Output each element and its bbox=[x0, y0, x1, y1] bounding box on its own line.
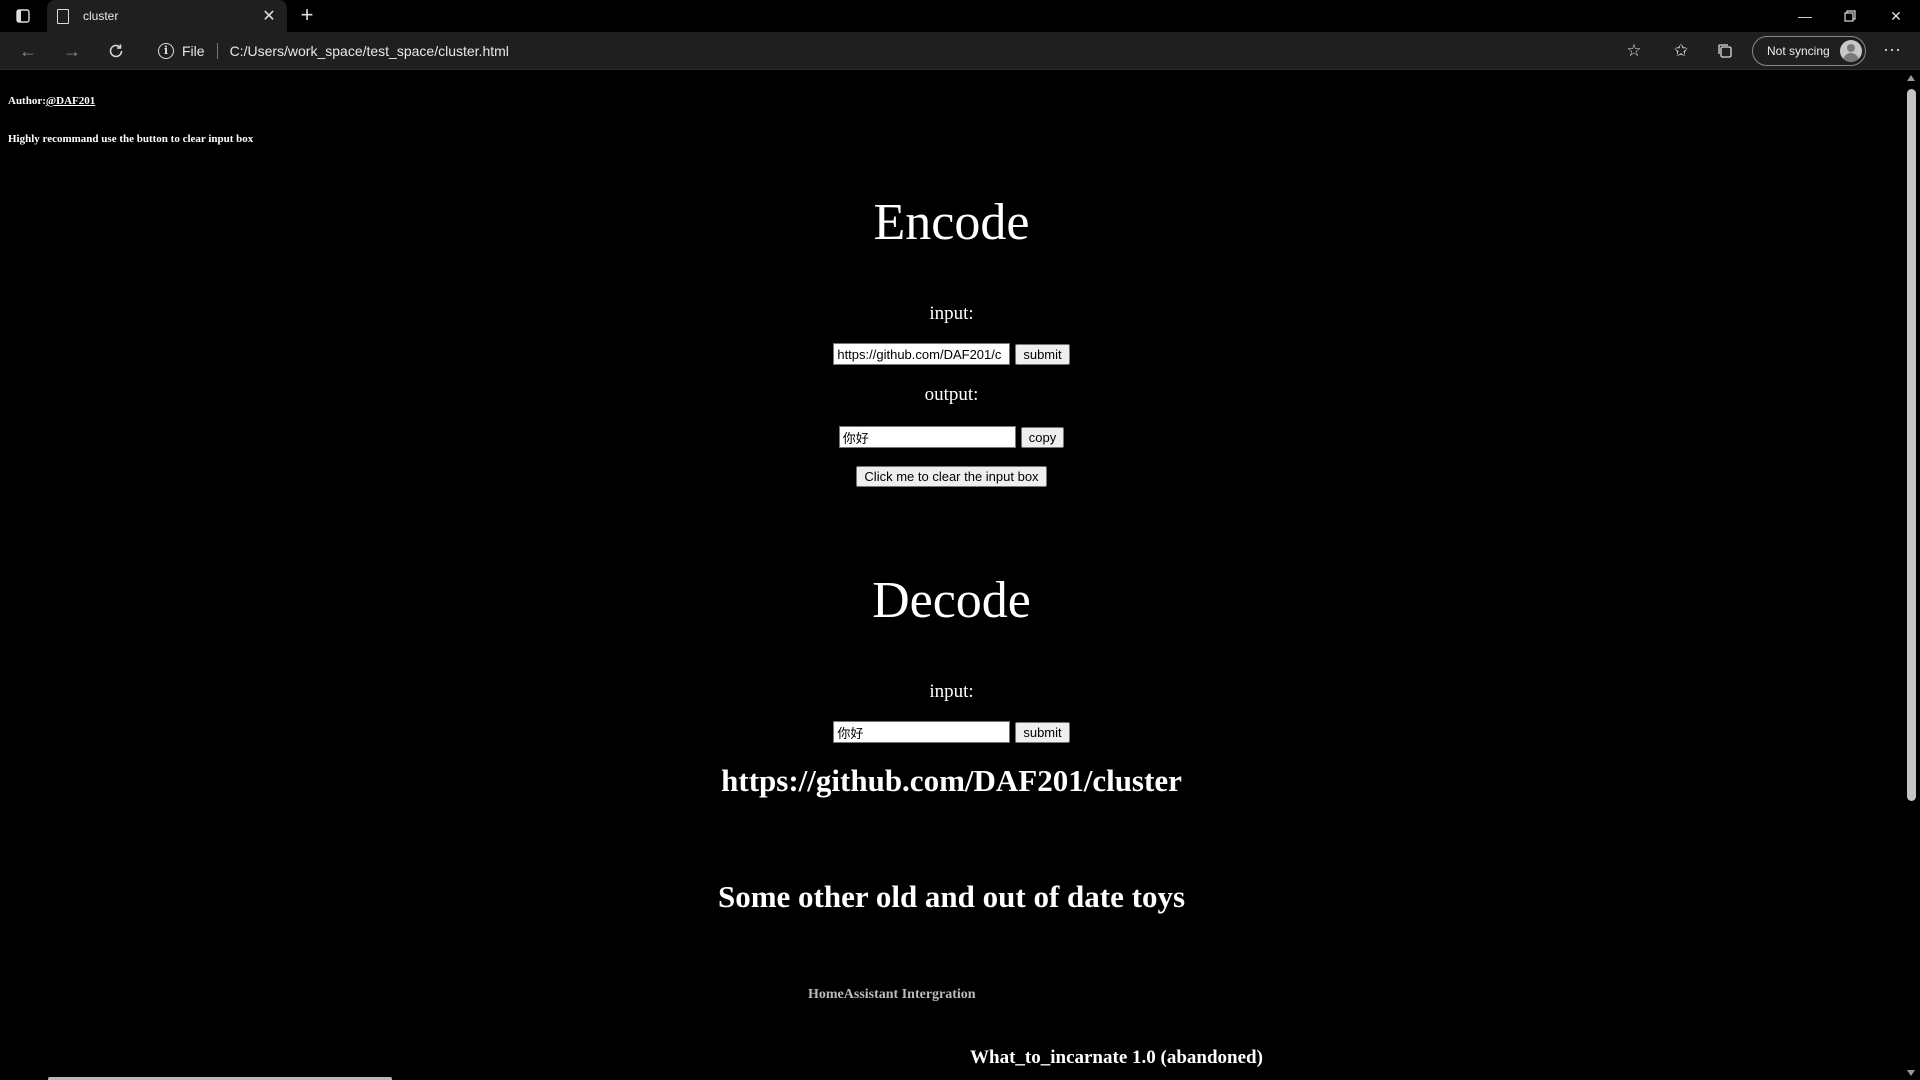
homeassistant-link[interactable]: HomeAssistant Intergration bbox=[808, 987, 976, 1003]
restore-icon[interactable] bbox=[1827, 0, 1873, 32]
encode-output-field[interactable]: 你好 bbox=[838, 426, 1016, 448]
tab-actions-icon[interactable] bbox=[8, 4, 38, 28]
page-content: Author:@DAF201 Highly recommand use the … bbox=[0, 71, 1903, 1080]
encode-output-label: output: bbox=[924, 384, 979, 405]
add-favorite-icon[interactable]: ☆ bbox=[1621, 39, 1647, 63]
scrollbar-thumb[interactable] bbox=[1907, 89, 1916, 801]
sync-label: Not syncing bbox=[1767, 44, 1830, 58]
decode-heading: Decode bbox=[872, 572, 1031, 629]
decode-result: https://github.com/DAF201/cluster bbox=[721, 763, 1182, 798]
browser-toolbar: ← → i File C:/Users/work_space/test_spac… bbox=[0, 32, 1920, 70]
encode-input-field[interactable]: https://github.com/DAF201/c bbox=[833, 343, 1011, 365]
scroll-down-icon[interactable] bbox=[1907, 1070, 1915, 1076]
address-divider bbox=[216, 43, 218, 59]
close-tab-icon[interactable]: ✕ bbox=[261, 6, 277, 26]
favorites-icon[interactable]: ✩ bbox=[1668, 39, 1694, 63]
address-bar[interactable]: i File C:/Users/work_space/test_space/cl… bbox=[148, 37, 1648, 65]
new-tab-icon[interactable]: + bbox=[295, 4, 319, 28]
decode-submit-button[interactable]: submit bbox=[1015, 721, 1070, 743]
decode-input-field[interactable]: 你好 bbox=[833, 721, 1011, 743]
avatar bbox=[1840, 40, 1862, 62]
page-icon bbox=[57, 8, 69, 24]
encode-input-label: input: bbox=[929, 303, 974, 324]
more-options-icon[interactable]: ··· bbox=[1876, 38, 1908, 64]
decode-input-label: input: bbox=[929, 681, 974, 702]
address-url[interactable]: C:/Users/work_space/test_space/cluster.h… bbox=[230, 43, 509, 59]
clear-row: Click me to clear the input box bbox=[0, 466, 1903, 487]
decode-input-row: 你好 submit bbox=[0, 721, 1903, 743]
encode-submit-button[interactable]: submit bbox=[1015, 343, 1070, 365]
author-prefix: Author: bbox=[8, 95, 46, 107]
info-icon[interactable]: i bbox=[158, 43, 174, 59]
encode-heading: Encode bbox=[873, 194, 1030, 251]
other-toys-heading: Some other old and out of date toys bbox=[717, 879, 1186, 914]
author-line: Author:@DAF201 bbox=[8, 95, 95, 107]
project-title[interactable]: What_to_incarnate 1.0 (abandoned) bbox=[970, 1047, 1263, 1069]
close-window-icon[interactable]: ✕ bbox=[1873, 0, 1919, 32]
tab-title: cluster bbox=[83, 9, 119, 23]
tab-strip: cluster ✕ + — ✕ bbox=[0, 0, 1920, 32]
tab-cluster[interactable]: cluster ✕ bbox=[47, 0, 287, 32]
clear-input-button[interactable]: Click me to clear the input box bbox=[856, 466, 1047, 487]
copy-button[interactable]: copy bbox=[1020, 426, 1065, 448]
forward-icon[interactable]: → bbox=[58, 38, 86, 64]
profile-sync-button[interactable]: Not syncing bbox=[1752, 36, 1866, 66]
collections-icon[interactable] bbox=[1712, 39, 1738, 63]
tip-text: Highly recommand use the button to clear… bbox=[8, 133, 254, 145]
scroll-up-icon[interactable] bbox=[1907, 75, 1915, 81]
author-link[interactable]: @DAF201 bbox=[46, 95, 95, 107]
vertical-scrollbar[interactable] bbox=[1903, 71, 1920, 1080]
encode-input-row: https://github.com/DAF201/c submit bbox=[0, 343, 1903, 365]
minimize-icon[interactable]: — bbox=[1782, 0, 1828, 32]
back-icon[interactable]: ← bbox=[14, 38, 42, 64]
encode-output-row: 你好 copy bbox=[0, 426, 1903, 448]
refresh-icon[interactable] bbox=[102, 38, 130, 64]
address-scheme: File bbox=[182, 43, 205, 59]
